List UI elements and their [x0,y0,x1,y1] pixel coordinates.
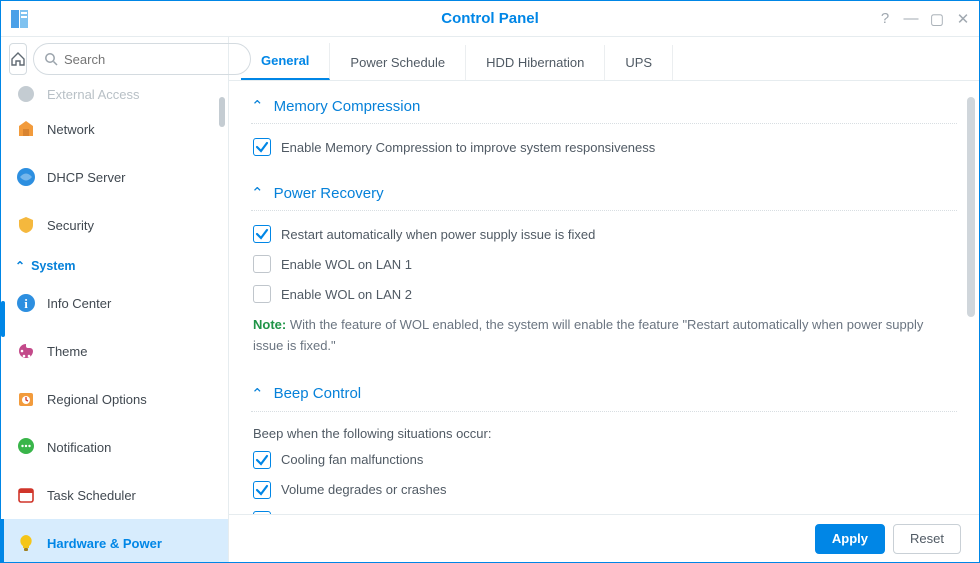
calendar-icon [15,484,37,506]
home-button[interactable] [9,43,27,75]
window-title: Control Panel [1,10,979,27]
sidebar-item-info-center[interactable]: i Info Center [1,279,228,327]
active-indicator [1,301,5,337]
svg-text:i: i [24,296,28,311]
option-restart-auto[interactable]: Restart automatically when power supply … [253,219,957,249]
main-panel: General Power Schedule HDD Hibernation U… [229,37,979,562]
globe-icon [15,83,37,105]
tab-power-schedule[interactable]: Power Schedule [330,45,466,80]
option-enable-memory-compression[interactable]: Enable Memory Compression to improve sys… [253,132,957,162]
chevron-up-icon: ⌃ [251,97,264,115]
chevron-up-icon: ⌃ [15,259,25,273]
chevron-up-icon: ⌃ [251,385,264,403]
option-ssd-cache[interactable]: SSD cache is abnormal [253,505,957,514]
sidebar: External Access Network DHCP Server Secu… [1,37,229,562]
panel-memory-compression[interactable]: ⌃ Memory Compression [251,85,957,124]
chevron-up-icon: ⌃ [251,184,264,202]
sidebar-item-task-scheduler[interactable]: Task Scheduler [1,471,228,519]
search-icon [44,52,58,66]
wol-note: Note: With the feature of WOL enabled, t… [253,309,957,363]
sidebar-item-network[interactable]: Network [1,105,228,153]
sidebar-scrollbar[interactable] [219,97,225,127]
sidebar-list: External Access Network DHCP Server Secu… [1,81,228,562]
option-wol-lan1[interactable]: Enable WOL on LAN 1 [253,249,957,279]
info-icon: i [15,292,37,314]
chat-icon [15,436,37,458]
sidebar-item-external-access[interactable]: External Access [1,83,228,105]
option-volume-degrades[interactable]: Volume degrades or crashes [253,475,957,505]
content-scrollbar[interactable] [967,97,975,317]
home-icon [10,51,26,67]
panel-beep-control[interactable]: ⌃ Beep Control [251,371,957,412]
checkbox[interactable] [253,255,271,273]
panel-power-recovery[interactable]: ⌃ Power Recovery [251,170,957,211]
app-icon [9,8,31,30]
palette-icon [15,340,37,362]
dhcp-icon [15,166,37,188]
sidebar-item-hardware-power[interactable]: Hardware & Power [1,519,228,562]
control-panel-window: Control Panel ? — ▢ ✕ External Acc [0,0,980,563]
minimize-icon[interactable]: — [903,10,919,28]
beep-subtitle: Beep when the following situations occur… [253,420,957,445]
checkbox[interactable] [253,481,271,499]
tab-general[interactable]: General [241,43,330,80]
checkbox[interactable] [253,138,271,156]
sidebar-item-regional[interactable]: Regional Options [1,375,228,423]
tab-ups[interactable]: UPS [605,45,673,80]
search-input[interactable] [64,52,240,67]
sidebar-item-security[interactable]: Security [1,201,228,249]
network-icon [15,118,37,140]
titlebar: Control Panel ? — ▢ ✕ [1,1,979,37]
search-box[interactable] [33,43,251,75]
sidebar-item-theme[interactable]: Theme [1,327,228,375]
checkbox[interactable] [253,511,271,514]
checkbox[interactable] [253,225,271,243]
reset-button[interactable]: Reset [893,524,961,554]
bulb-icon [15,532,37,554]
footer: Apply Reset [229,514,979,562]
clock-icon [15,388,37,410]
tab-hdd-hibernation[interactable]: HDD Hibernation [466,45,605,80]
content-area: ⌃ Memory Compression Enable Memory Compr… [229,81,979,514]
maximize-icon[interactable]: ▢ [929,10,945,28]
sidebar-item-dhcp[interactable]: DHCP Server [1,153,228,201]
option-wol-lan2[interactable]: Enable WOL on LAN 2 [253,279,957,309]
close-icon[interactable]: ✕ [955,10,971,28]
checkbox[interactable] [253,451,271,469]
sidebar-item-notification[interactable]: Notification [1,423,228,471]
tabs: General Power Schedule HDD Hibernation U… [229,37,979,81]
shield-icon [15,214,37,236]
section-system[interactable]: ⌃ System [1,249,228,279]
checkbox[interactable] [253,285,271,303]
help-icon[interactable]: ? [877,10,893,28]
option-cooling-fan[interactable]: Cooling fan malfunctions [253,445,957,475]
apply-button[interactable]: Apply [815,524,885,554]
